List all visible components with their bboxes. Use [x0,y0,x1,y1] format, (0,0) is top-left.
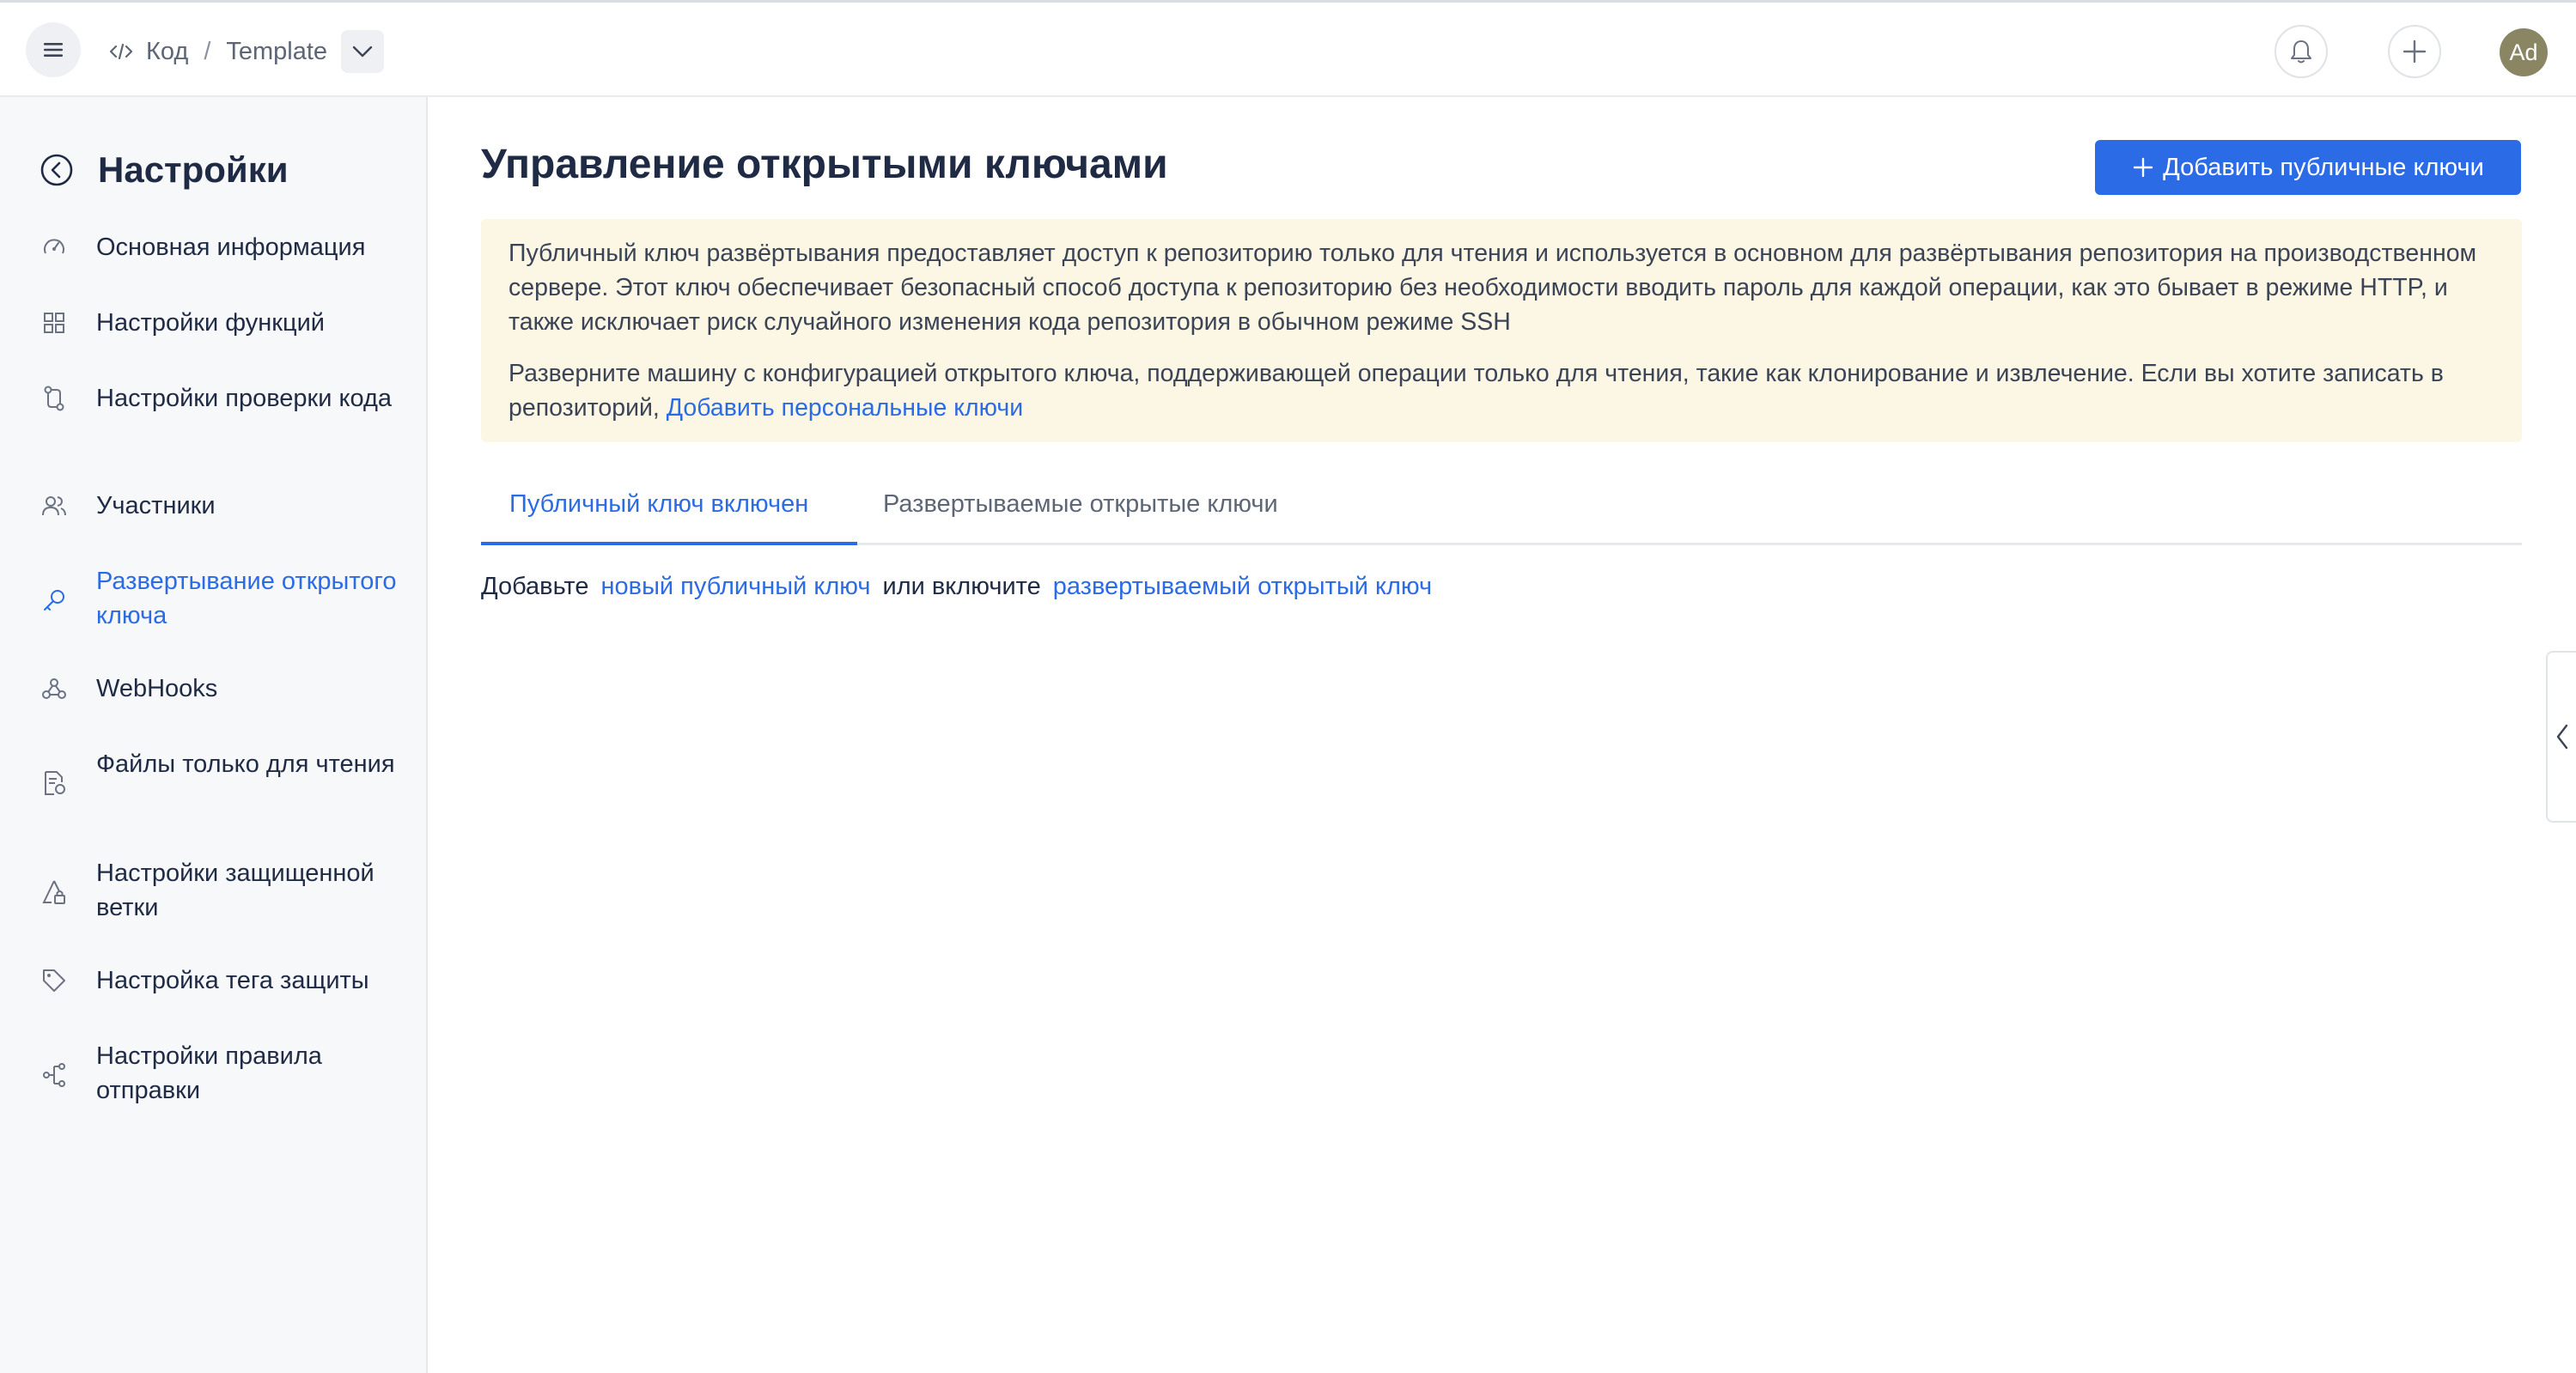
notice-paragraph: Публичный ключ развёртывания предоставля… [509,240,2477,336]
breadcrumb: Код / Template [108,28,385,75]
add-personal-keys-link[interactable]: Добавить персональные ключи [667,394,1023,422]
menu-button[interactable] [26,22,81,77]
sidebar-item-webhooks[interactable]: WebHooks [40,671,400,706]
file-lock-icon [40,766,69,800]
sidebar-item-readonly-files[interactable]: Файлы только для чтения [40,747,400,800]
avatar[interactable]: Ad [2500,28,2548,76]
empty-state-message: Добавьте новый публичный ключ или включите… [481,568,1444,604]
bell-icon [2291,40,2311,64]
breadcrumb-repo[interactable]: Template [226,38,327,66]
sidebar-title: Настройки [98,149,289,190]
hamburger-icon [44,43,63,57]
sidebar-item-features[interactable]: Настройки функций [40,306,400,340]
sidebar-header: Настройки [40,140,289,200]
webhook-icon [40,671,69,706]
new-public-key-link[interactable]: новый публичный ключ [601,573,871,600]
sidebar-item-basic-info[interactable]: Основная информация [40,230,400,264]
empty-state-prefix: Добавьте [481,573,589,600]
create-button[interactable] [2388,25,2441,78]
sidebar-item-label: Файлы только для чтения [96,750,395,778]
chevron-down-icon [352,46,373,58]
empty-state-middle: или включите [882,573,1041,600]
sidebar-item-deploy-keys[interactable]: Развертывание открытого ключа [40,564,400,633]
side-panel-toggle[interactable] [2546,651,2576,823]
sidebar-item-label: Основная информация [96,234,366,261]
sidebar-item-label: WebHooks [96,675,218,702]
chevron-left-icon [2556,724,2567,750]
users-icon [40,489,69,523]
notifications-button[interactable] [2275,25,2328,78]
top-bar: Код / Template Ad [0,3,2576,97]
sidebar-item-label: Участники [96,492,216,519]
key-icon [40,583,69,617]
branch-lock-icon [40,875,69,909]
sidebar-item-label: Настройка тега защиты [96,967,369,994]
code-icon [108,41,134,62]
sidebar-item-protected-branch[interactable]: Настройки защищенной ветки [40,856,400,925]
notice-paragraph: Разверните машину с конфигурацией открыт… [509,356,2494,425]
sidebar-item-push-rules[interactable]: Настройки правила отправки [40,1039,400,1108]
add-public-keys-button[interactable]: Добавить публичные ключи [2095,140,2521,195]
add-public-keys-label: Добавить публичные ключи [2163,153,2484,181]
speedometer-icon [40,230,69,264]
tab-enabled-keys[interactable]: Публичный ключ включен [481,475,857,545]
sidebar-item-label: Настройки защищенной ветки [96,860,375,921]
grid-icon [40,306,69,340]
sidebar-item-protected-tag[interactable]: Настройка тега защиты [40,963,400,998]
back-icon[interactable] [40,153,74,187]
key-tabs: Публичный ключ включен Развертываемые от… [481,475,2522,545]
tag-icon [40,963,69,998]
push-rule-icon [40,1058,69,1092]
breadcrumb-code[interactable]: Код [146,38,188,66]
info-notice: Публичный ключ развёртывания предоставля… [481,219,2522,442]
repo-switcher-button[interactable] [341,30,385,73]
sidebar-item-label: Развертывание открытого ключа [96,568,397,629]
plus-icon [2402,39,2427,64]
deployable-key-link[interactable]: развертываемый открытый ключ [1053,573,1432,600]
page-title: Управление открытыми ключами [481,142,1168,187]
breadcrumb-separator: / [204,37,211,65]
git-compare-icon [40,381,69,416]
sidebar-item-label: Настройки правила отправки [96,1042,322,1104]
plus-icon [2132,156,2154,179]
sidebar-item-code-review[interactable]: Настройки проверки кода [40,381,400,416]
settings-sidebar: Настройки Основная информация Настройки … [0,97,428,1373]
sidebar-item-members[interactable]: Участники [40,489,400,523]
tab-deployable-keys[interactable]: Развертываемые открытые ключи [883,475,1278,545]
sidebar-item-label: Настройки проверки кода [96,385,393,412]
sidebar-item-label: Настройки функций [96,309,325,337]
